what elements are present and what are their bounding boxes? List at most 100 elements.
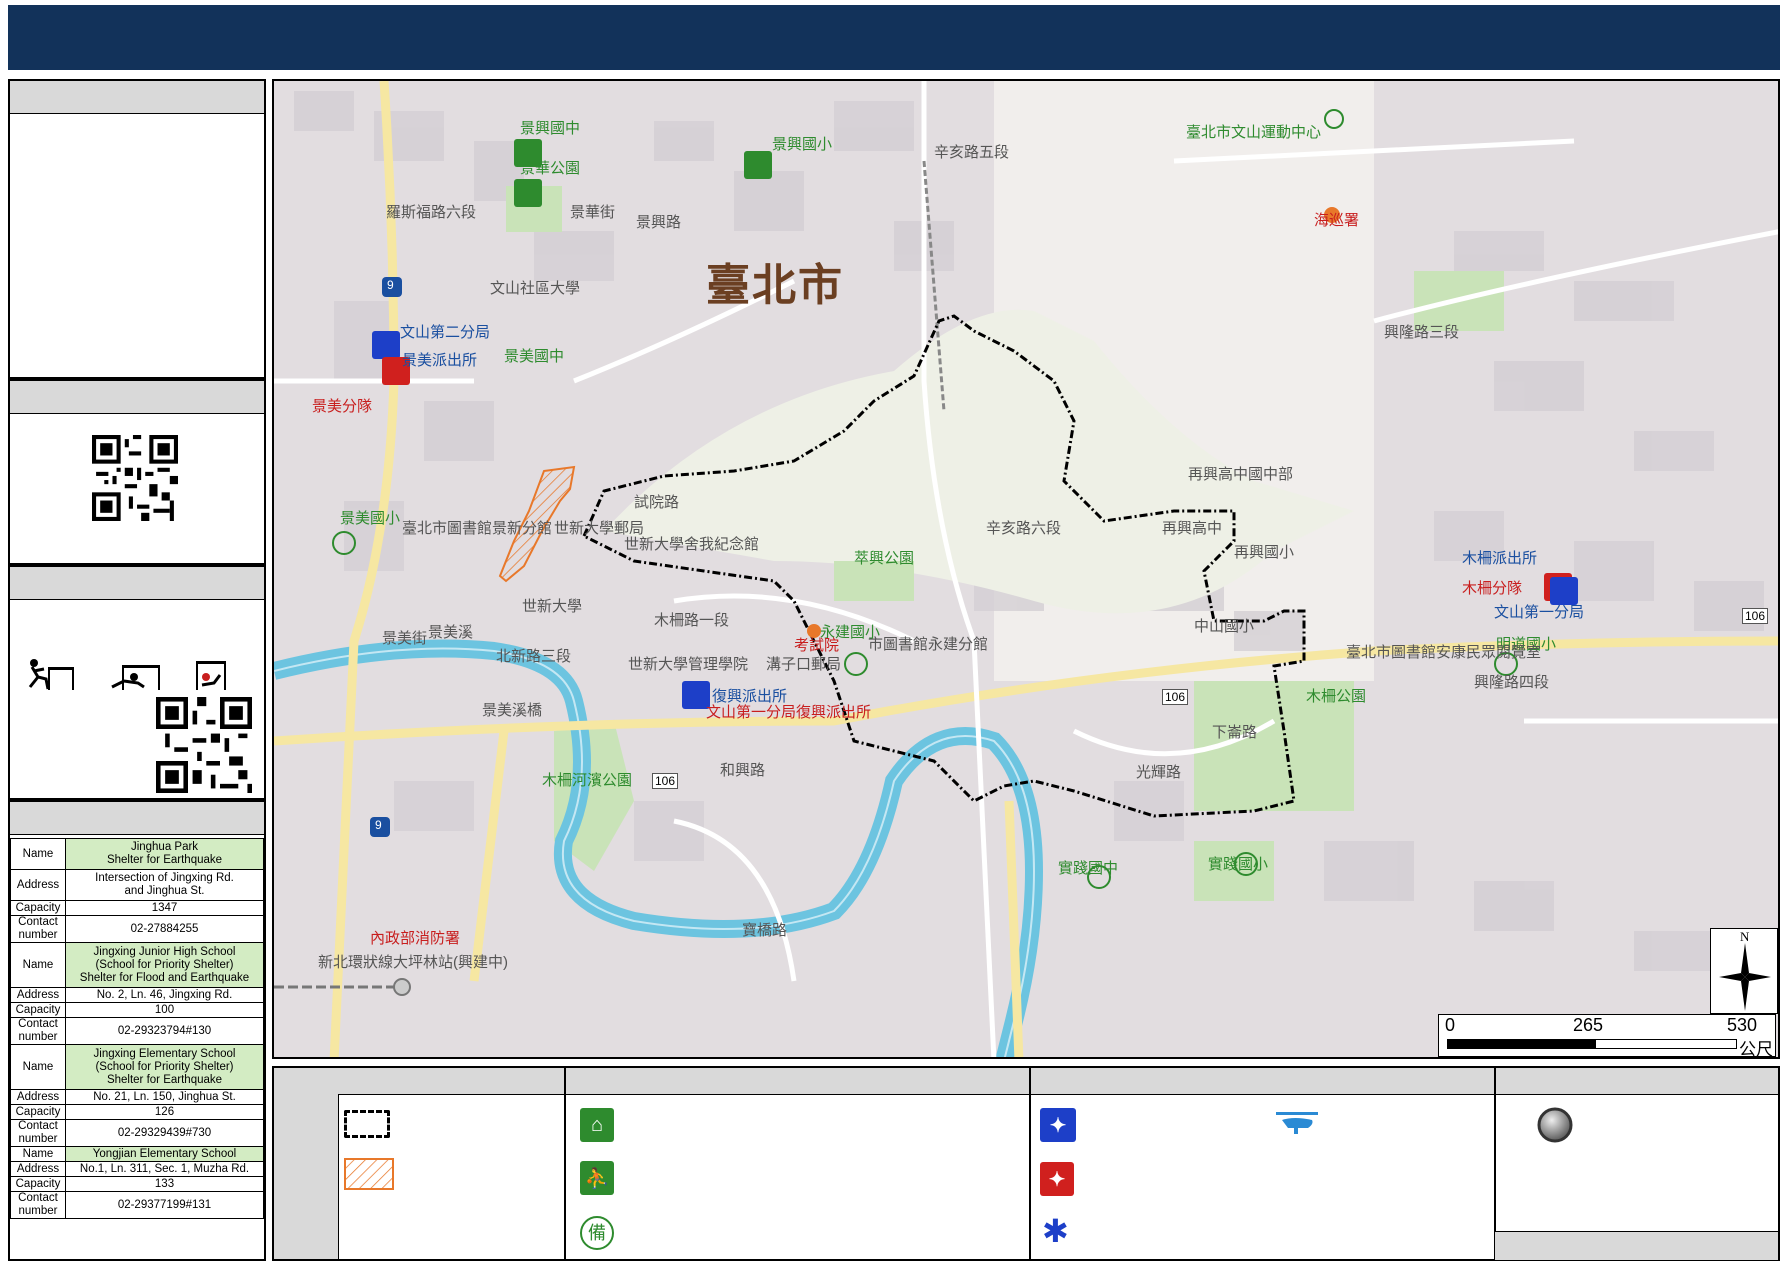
shelter-row: Contact number 02-27884255 [10, 915, 264, 943]
map-place-label: 中山國小 [1194, 618, 1255, 635]
shelter-field-label: Address [10, 869, 66, 901]
scale-tick: 0 [1445, 1015, 1456, 1035]
qr-code-icon[interactable] [92, 435, 178, 521]
route-number: 106 [1742, 608, 1769, 624]
shelter-field-value: 02-29377199#131 [65, 1191, 264, 1219]
map-place-label: 木柵河濱公園 [542, 772, 633, 789]
shelter-name: Jingxing Elementary School (School for P… [65, 1044, 264, 1090]
map-place-label: 新北環狀線大坪林站(興建中) [318, 954, 508, 971]
map-place-label: 再興高中國中部 [1188, 466, 1294, 483]
map-place-label: 溝子口郵局 [766, 656, 842, 673]
map-place-label: 景興國中 [520, 120, 581, 137]
qr-code-icon[interactable] [156, 697, 252, 793]
map-place-label: 辛亥路六段 [986, 520, 1062, 537]
route-number: 106 [1162, 689, 1189, 705]
map-place-label: 景興國小 [772, 136, 833, 153]
shelter-field-value: 02-29329439#730 [65, 1119, 264, 1147]
scale-tick: 265 [1573, 1015, 1604, 1035]
title-banner [8, 5, 1780, 70]
legend-footer-cell [1495, 1231, 1778, 1260]
map-place-label: 內政部消防署 [370, 930, 461, 947]
scale-bar: 0 265 530 公尺 [1438, 1014, 1776, 1059]
shelter-row: Contact number 02-29377199#131 [10, 1191, 264, 1219]
map-place-label: 海巡署 [1314, 212, 1360, 229]
legend-divider [564, 1068, 566, 1259]
map-place-label: 考試院 [794, 637, 840, 654]
shelter-field-value: 133 [65, 1176, 264, 1192]
shelter-field-value: 126 [65, 1104, 264, 1120]
shelter-field-label: Capacity [10, 900, 66, 916]
map-place-label: 景美國中 [504, 348, 565, 365]
study-area-boundary-swatch [344, 1110, 390, 1138]
map-place-label: 世新大學管理學院 [628, 656, 749, 673]
map-place-label: 興隆路三段 [1384, 324, 1460, 341]
map-place-label: 文山社區大學 [490, 280, 581, 297]
drop-icon [28, 659, 74, 690]
shelter-field-value: No. 2, Ln. 46, Jingxing Rd. [65, 987, 264, 1003]
hold-on-icon [196, 661, 226, 690]
map-place-label: 光輝路 [1136, 764, 1182, 781]
route-number: 9 [375, 818, 382, 832]
shelter-row: Contact number 02-29323794#130 [10, 1017, 264, 1045]
info-panel-header [10, 81, 264, 114]
route-number: 106 [652, 773, 679, 789]
landslide-area-swatch [344, 1158, 394, 1190]
map-place-label: 下崙路 [1212, 724, 1258, 741]
city-label: 臺北市 [706, 260, 844, 311]
shelter-field-label: Contact number [10, 1017, 66, 1045]
map-place-label: 景美派出所 [402, 352, 478, 369]
map-place-label: 景美分隊 [312, 398, 373, 415]
shelter-name: Jinghua Park Shelter for Earthquake [65, 838, 264, 870]
cover-icon [111, 665, 160, 690]
shelter-field-label: Name [10, 942, 66, 988]
police-station-icon: ✦ [1040, 1108, 1076, 1142]
shelter-row: Capacity 100 [10, 1002, 264, 1018]
map-place-label: 再興國小 [1234, 544, 1295, 561]
shelter-row: Address Intersection of Jingxing Rd. and … [10, 869, 264, 901]
map-place-label: 實踐國中 [1058, 860, 1119, 877]
shelter-row: Contact number 02-29329439#730 [10, 1119, 264, 1147]
shelter-field-value: 02-29323794#130 [65, 1017, 264, 1045]
mrt-station-icon [1537, 1107, 1573, 1143]
shelter-field-label: Address [10, 1089, 66, 1105]
shelter-name: Yongjian Elementary School [65, 1146, 264, 1162]
legend-title-column [274, 1068, 339, 1259]
shelter-field-value: 1347 [65, 900, 264, 916]
shelter-field-label: Capacity [10, 1176, 66, 1192]
qr-panel-header [10, 381, 264, 414]
shelter-row: Name Yongjian Elementary School [10, 1146, 264, 1162]
shelter-row: Address No.1, Ln. 311, Sec. 1, Muzha Rd. [10, 1161, 264, 1177]
compass-icon [1719, 943, 1771, 1011]
map-place-label: 木柵路一段 [654, 612, 730, 629]
fire-station-icon: ✦ [1040, 1162, 1074, 1196]
map-place-label: 景美溪 [428, 624, 474, 641]
shelter-row: Capacity 1347 [10, 900, 264, 916]
shelter-field-label: Contact number [10, 1119, 66, 1147]
map-view[interactable]: 臺北市 景興國中 景華公園 景興國小 臺北市文山運動中心 文山社區大學 文山第二分局 景美派… [272, 79, 1780, 1059]
indoor-shelter-icon: ⌂ [580, 1108, 614, 1142]
shelter-field-value: No.1, Ln. 311, Sec. 1, Muzha Rd. [65, 1161, 264, 1177]
shelter-field-value: 100 [65, 1002, 264, 1018]
outdoor-shelter-icon: ⛹ [580, 1161, 614, 1195]
shelter-row: Capacity 126 [10, 1104, 264, 1120]
scale-bar-empty [1595, 1039, 1737, 1049]
map-place-label: 辛亥路五段 [934, 144, 1010, 161]
map-place-label: 木柵公園 [1306, 688, 1367, 705]
map-place-label: 木柵分隊 [1462, 580, 1523, 597]
map-place-label: 興隆路四段 [1474, 674, 1550, 691]
legend-panel: ⌂ ⛹ 備 ✦ ✦ ✱ [272, 1066, 1780, 1261]
map-place-label: 再興高中 [1162, 520, 1223, 537]
shelter-row: Capacity 133 [10, 1176, 264, 1192]
helicopter-icon [1276, 1112, 1318, 1134]
scale-bar-fill [1447, 1039, 1595, 1049]
shelter-field-label: Name [10, 1044, 66, 1090]
map-place-label: 景華公園 [520, 160, 581, 177]
shelter-row: Name Jinghua Park Shelter for Earthquake [10, 838, 264, 870]
map-place-label: 世新大學舍我紀念館 [624, 536, 760, 553]
scale-unit: 公尺 [1739, 1040, 1773, 1059]
map-place-label: 萃興公園 [854, 550, 915, 567]
north-arrow: N [1710, 928, 1778, 1014]
shelter-field-label: Capacity [10, 1104, 66, 1120]
route-number: 9 [387, 278, 394, 292]
map-place-label: 文山第一分局 [1494, 604, 1585, 621]
